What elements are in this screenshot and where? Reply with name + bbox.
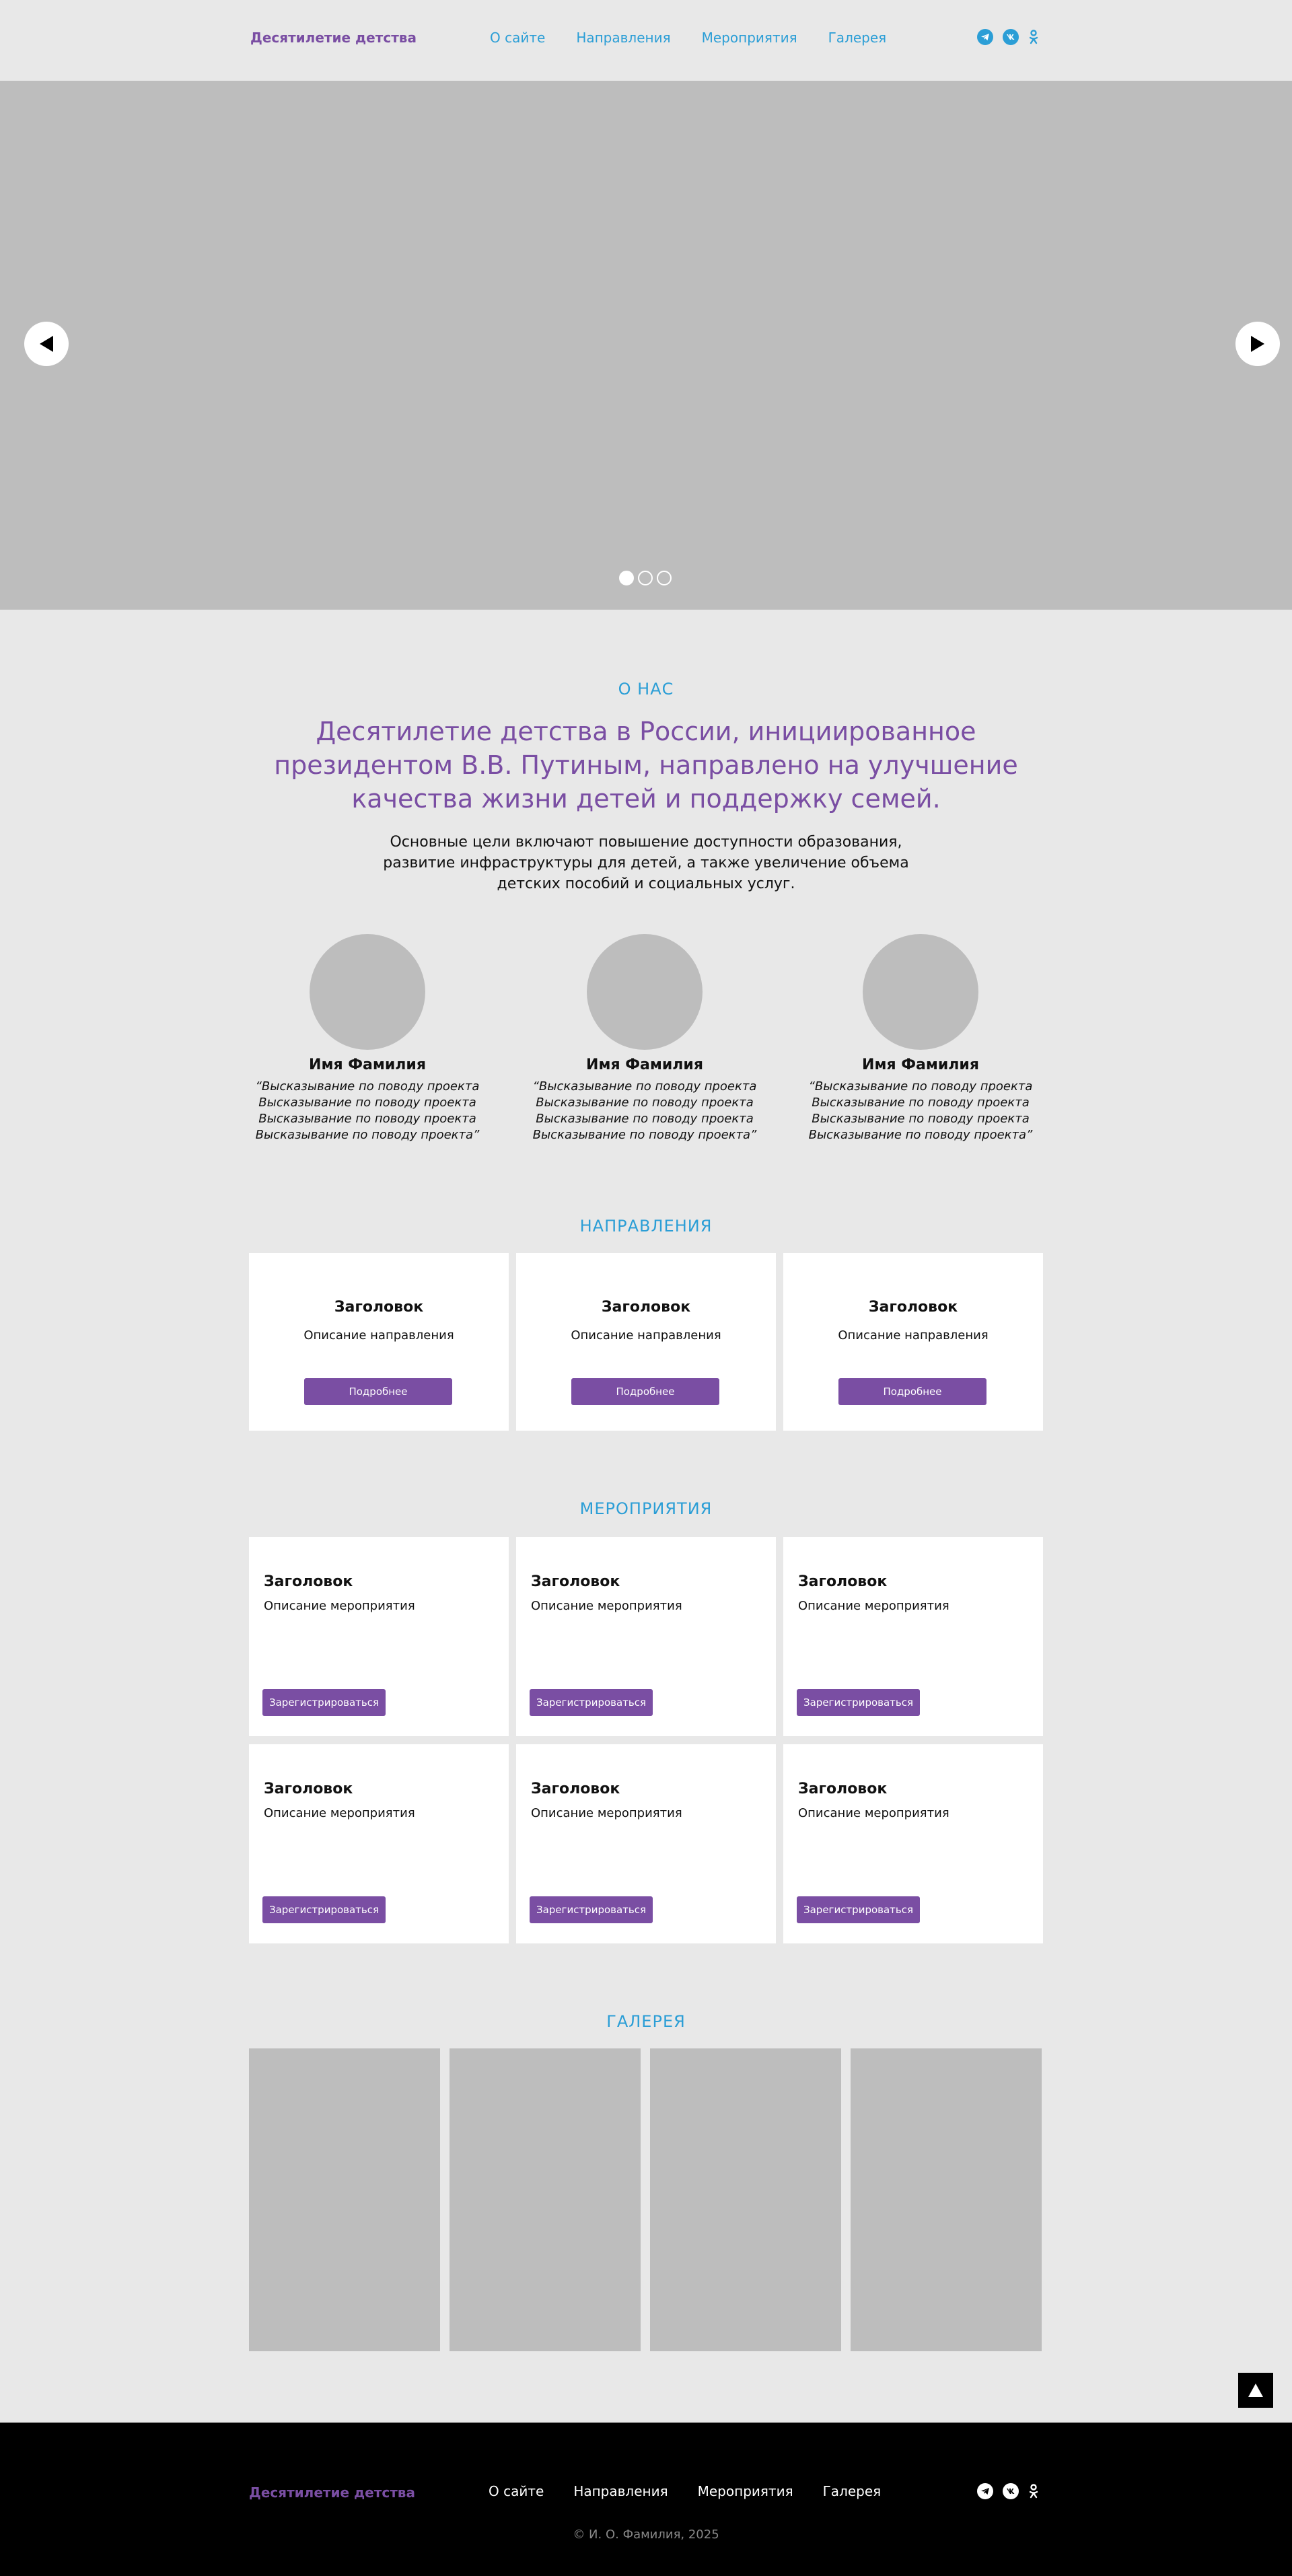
- header-social-links: [977, 29, 1039, 45]
- about-text: Основные цели включают повышение доступн…: [383, 834, 909, 892]
- person-name: Имя Фамилия: [862, 1057, 979, 1073]
- about-section-label: О НАС: [618, 680, 674, 699]
- about-title: Десятилетие детства в России, инициирова…: [274, 717, 1018, 814]
- events-section-label: МЕРОПРИЯТИЯ: [579, 1499, 713, 1518]
- card-title: Заголовок: [531, 1573, 620, 1590]
- slider-dot-2[interactable]: [638, 571, 653, 585]
- person-name: Имя Фамилия: [586, 1057, 703, 1073]
- card-title: Заголовок: [264, 1781, 353, 1797]
- event-card: Заголовок Описание мероприятия Зарегистр…: [249, 1744, 509, 1943]
- nav-item-directions[interactable]: Направления: [576, 30, 670, 46]
- hero-slider: [0, 81, 1292, 610]
- more-button[interactable]: Подробнее: [571, 1378, 719, 1405]
- nav-item-about[interactable]: О сайте: [490, 30, 545, 46]
- odnoklassniki-icon[interactable]: [1028, 2483, 1039, 2499]
- footer-nav-item-about[interactable]: О сайте: [489, 2483, 544, 2499]
- card-description: Описание направления: [838, 1328, 989, 1343]
- copyright-text: © И. О. Фамилия, 2025: [573, 2528, 719, 2542]
- vk-icon[interactable]: [1003, 29, 1019, 45]
- footer-nav-item-events[interactable]: Мероприятия: [698, 2483, 793, 2499]
- footer-nav-item-gallery[interactable]: Галерея: [823, 2483, 882, 2499]
- avatar: [310, 934, 425, 1050]
- nav-item-gallery[interactable]: Галерея: [828, 30, 887, 46]
- avatar: [587, 934, 703, 1050]
- more-button[interactable]: Подробнее: [304, 1378, 452, 1405]
- card-title: Заголовок: [531, 1781, 620, 1797]
- slider-next-button[interactable]: [1235, 322, 1280, 366]
- vk-icon[interactable]: [1003, 2483, 1019, 2499]
- card-description: Описание мероприятия: [531, 1599, 682, 1613]
- slider-dot-1[interactable]: [619, 571, 634, 585]
- direction-card: Заголовок Описание направления Подробнее: [249, 1253, 509, 1431]
- arrow-left-icon: [40, 336, 53, 352]
- footer-social-links: [977, 2483, 1039, 2499]
- testimonial-card: Имя Фамилия “Высказывание по поводу прое…: [517, 934, 773, 1143]
- person-quote: “Высказывание по поводу проекта Высказыв…: [255, 1079, 480, 1142]
- register-button[interactable]: Зарегистрироваться: [262, 1689, 386, 1716]
- odnoklassniki-icon[interactable]: [1028, 29, 1039, 45]
- direction-card: Заголовок Описание направления Подробнее: [783, 1253, 1043, 1431]
- scroll-to-top-button[interactable]: [1238, 2373, 1273, 2408]
- gallery-image[interactable]: [450, 2048, 641, 2351]
- card-description: Описание направления: [571, 1328, 721, 1343]
- site-footer: Десятилетие детства О сайте Направления …: [0, 2423, 1292, 2576]
- avatar: [863, 934, 978, 1050]
- card-title: Заголовок: [798, 1781, 888, 1797]
- directions-section-label: НАПРАВЛЕНИЯ: [579, 1217, 713, 1236]
- gallery-section-label: ГАЛЕРЕЯ: [606, 2012, 686, 2031]
- event-card: Заголовок Описание мероприятия Зарегистр…: [516, 1744, 776, 1943]
- site-logo[interactable]: Десятилетие детства: [250, 30, 417, 46]
- card-description: Описание мероприятия: [531, 1806, 682, 1820]
- testimonial-card: Имя Фамилия “Высказывание по поводу прое…: [240, 934, 495, 1143]
- card-description: Описание мероприятия: [798, 1806, 949, 1820]
- main-nav: О сайте Направления Мероприятия Галерея: [490, 30, 886, 46]
- register-button[interactable]: Зарегистрироваться: [797, 1689, 921, 1716]
- direction-card: Заголовок Описание направления Подробнее: [516, 1253, 776, 1431]
- footer-logo[interactable]: Десятилетие детства: [249, 2484, 415, 2501]
- footer-nav-item-directions[interactable]: Направления: [573, 2483, 668, 2499]
- site-header: Десятилетие детства О сайте Направления …: [0, 0, 1292, 81]
- card-title: Заголовок: [334, 1299, 424, 1316]
- nav-item-events[interactable]: Мероприятия: [702, 30, 797, 46]
- arrow-right-icon: [1251, 336, 1264, 352]
- slider-pagination: [619, 571, 672, 585]
- register-button[interactable]: Зарегистрироваться: [530, 1689, 653, 1716]
- person-quote: “Высказывание по поводу проекта Высказыв…: [532, 1079, 757, 1142]
- testimonial-card: Имя Фамилия “Высказывание по поводу прое…: [793, 934, 1048, 1143]
- card-description: Описание мероприятия: [798, 1599, 949, 1613]
- event-card: Заголовок Описание мероприятия Зарегистр…: [249, 1537, 509, 1736]
- person-quote: “Высказывание по поводу проекта Высказыв…: [808, 1079, 1033, 1142]
- slider-dot-3[interactable]: [657, 571, 672, 585]
- gallery-image[interactable]: [650, 2048, 841, 2351]
- card-description: Описание мероприятия: [264, 1599, 415, 1613]
- gallery-image[interactable]: [851, 2048, 1042, 2351]
- card-title: Заголовок: [868, 1299, 958, 1316]
- event-card: Заголовок Описание мероприятия Зарегистр…: [783, 1744, 1043, 1943]
- register-button[interactable]: Зарегистрироваться: [530, 1896, 653, 1923]
- gallery-image[interactable]: [249, 2048, 440, 2351]
- telegram-icon[interactable]: [977, 29, 993, 45]
- card-title: Заголовок: [601, 1299, 691, 1316]
- register-button[interactable]: Зарегистрироваться: [262, 1896, 386, 1923]
- person-name: Имя Фамилия: [309, 1057, 426, 1073]
- more-button[interactable]: Подробнее: [838, 1378, 986, 1405]
- card-description: Описание направления: [303, 1328, 454, 1343]
- event-card: Заголовок Описание мероприятия Зарегистр…: [516, 1537, 776, 1736]
- arrow-up-icon: [1248, 2384, 1263, 2397]
- event-card: Заголовок Описание мероприятия Зарегистр…: [783, 1537, 1043, 1736]
- card-title: Заголовок: [798, 1573, 888, 1590]
- card-description: Описание мероприятия: [264, 1806, 415, 1820]
- footer-nav: О сайте Направления Мероприятия Галерея: [489, 2483, 881, 2499]
- slider-prev-button[interactable]: [24, 322, 69, 366]
- register-button[interactable]: Зарегистрироваться: [797, 1896, 921, 1923]
- card-title: Заголовок: [264, 1573, 353, 1590]
- telegram-icon[interactable]: [977, 2483, 993, 2499]
